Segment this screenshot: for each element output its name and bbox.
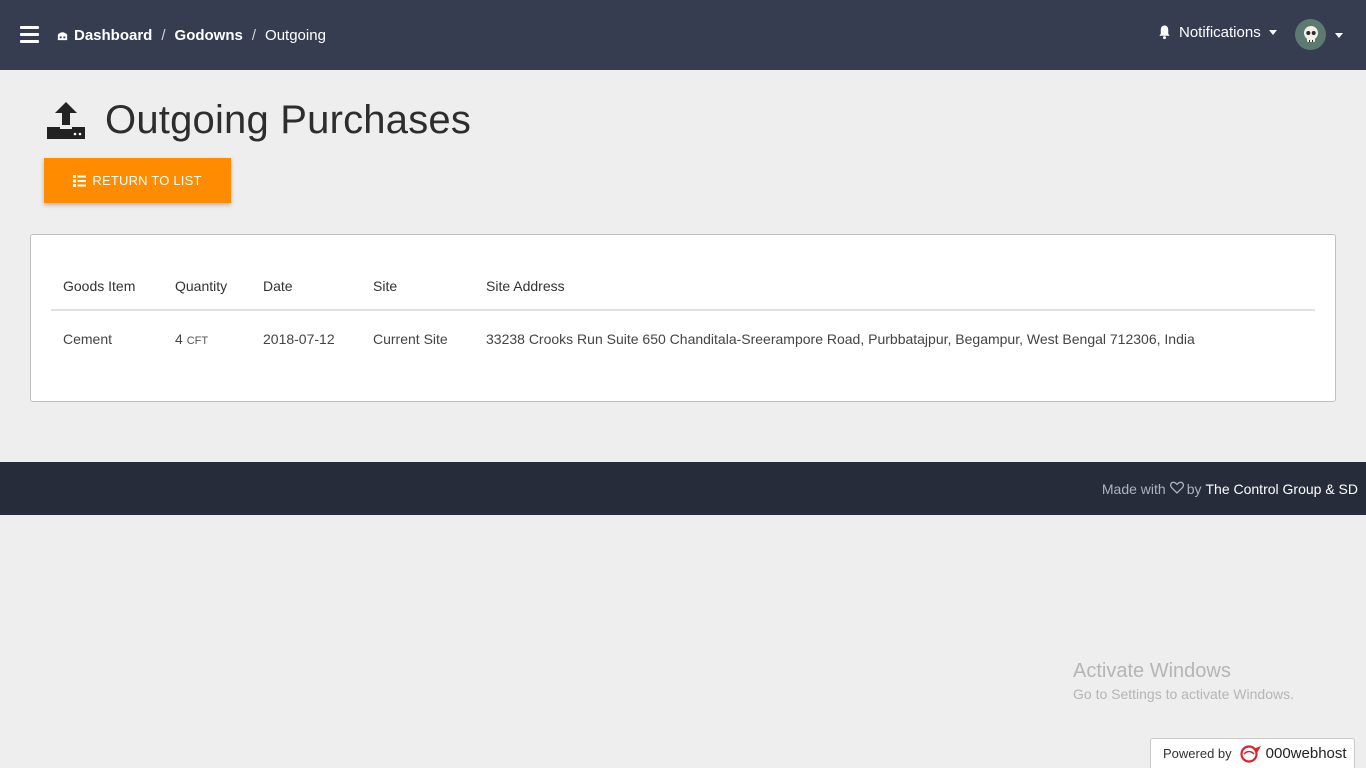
column-header-site: Site <box>361 263 474 311</box>
column-header-quantity: Quantity <box>163 263 251 311</box>
return-to-list-label: RETURN TO LIST <box>92 173 202 188</box>
table-header-row: Goods Item Quantity Date Site Site Addre… <box>51 263 1315 311</box>
top-navbar: Dashboard / Godowns / Outgoing Notificat… <box>0 0 1366 70</box>
upload-icon <box>47 102 85 139</box>
breadcrumb-dashboard-label: Dashboard <box>74 26 153 44</box>
footer: Made with by The Control Group & SD <box>0 462 1366 515</box>
chevron-down-icon <box>1335 32 1343 38</box>
table-row: Cement 4 CFT 2018-07-12 Current Site 332… <box>51 310 1315 366</box>
quantity-value: 4 <box>175 330 183 347</box>
page-title: Outgoing Purchases <box>105 97 472 142</box>
breadcrumb-separator: / <box>161 26 166 44</box>
column-header-goods-item: Goods Item <box>51 263 163 311</box>
quantity-unit: CFT <box>186 334 209 347</box>
000webhost-logo-icon <box>1240 744 1261 763</box>
skull-icon <box>1303 25 1318 42</box>
column-header-date: Date <box>251 263 361 311</box>
notifications-label: Notifications <box>1179 23 1261 41</box>
cell-quantity: 4 CFT <box>163 310 251 366</box>
purchases-table: Goods Item Quantity Date Site Site Addre… <box>51 263 1315 366</box>
heart-icon <box>1169 481 1184 494</box>
notifications-dropdown[interactable]: Notifications <box>1157 22 1277 42</box>
hamburger-menu-icon[interactable] <box>20 26 39 43</box>
column-header-site-address: Site Address <box>474 263 1315 311</box>
cell-site: Current Site <box>373 330 448 347</box>
watermark-subtitle: Go to Settings to activate Windows. <box>1073 686 1294 702</box>
powered-by-host: 000webhost <box>1265 745 1347 762</box>
breadcrumb-godowns[interactable]: Godowns <box>175 27 243 44</box>
footer-brand-link[interactable]: The Control Group & SD <box>1205 481 1358 497</box>
breadcrumb-separator: / <box>251 26 257 44</box>
bell-icon <box>1159 25 1170 40</box>
purchases-card: Goods Item Quantity Date Site Site Addre… <box>30 234 1336 402</box>
cell-date: 2018-07-12 <box>263 330 335 347</box>
watermark-title: Activate Windows <box>1073 660 1231 682</box>
cell-goods-item: Cement <box>63 330 113 347</box>
avatar <box>1295 19 1326 50</box>
chevron-down-icon <box>1268 30 1277 35</box>
footer-made-with: Made with <box>1101 480 1166 497</box>
breadcrumb-dashboard[interactable]: Dashboard <box>56 27 152 44</box>
activate-windows-watermark: Activate Windows Go to Settings to activ… <box>1073 660 1294 702</box>
home-icon <box>57 31 68 40</box>
breadcrumb-current: Outgoing <box>265 26 326 44</box>
list-icon <box>73 174 87 187</box>
user-menu[interactable] <box>1295 19 1343 50</box>
return-to-list-button[interactable]: RETURN TO LIST <box>44 158 231 203</box>
powered-by-badge[interactable]: Powered by 000webhost <box>1150 738 1355 768</box>
cell-site-address: 33238 Crooks Run Suite 650 Chanditala-Sr… <box>486 330 1195 347</box>
page-header: Outgoing Purchases <box>46 98 471 142</box>
breadcrumb: Dashboard / Godowns / Outgoing <box>56 25 326 45</box>
powered-by-label: Powered by <box>1163 746 1232 761</box>
footer-by: by <box>1186 480 1202 497</box>
